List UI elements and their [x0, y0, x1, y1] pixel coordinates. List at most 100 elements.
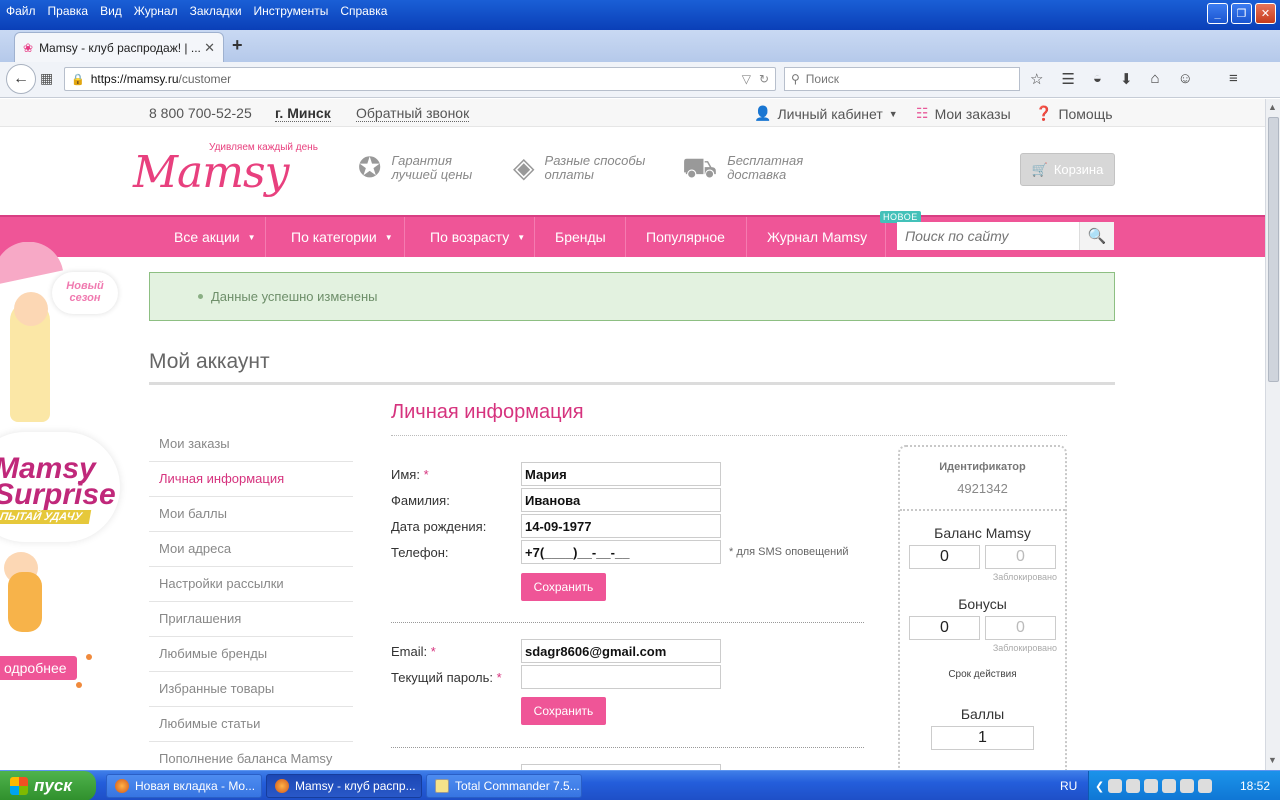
flower-icon: [76, 682, 82, 688]
name-input[interactable]: [521, 462, 721, 486]
menu-help[interactable]: Справка: [334, 0, 393, 20]
nav-label: Популярное: [646, 229, 725, 245]
menu-view[interactable]: Вид: [94, 0, 128, 20]
menu-file[interactable]: Файл: [0, 0, 42, 20]
balance-label: Баланс Mamsy: [934, 525, 1031, 541]
wallet-icon: ◈: [513, 152, 535, 183]
account-label: Личный кабинет: [777, 105, 883, 122]
callback-link[interactable]: Обратный звонок: [356, 105, 470, 122]
cart-button[interactable]: 🛒 Корзина: [1020, 153, 1115, 186]
url-host: https://mamsy.ru: [90, 72, 179, 86]
sidemenu-personal-info[interactable]: Личная информация: [149, 462, 353, 497]
downloads-icon[interactable]: ⬇: [1120, 70, 1133, 88]
tab-mamsy[interactable]: ❀ Mamsy - клуб распродаж! | ... ✕: [14, 32, 224, 62]
new-season-badge: Новый сезон: [52, 272, 118, 314]
birthdate-input[interactable]: [521, 514, 721, 538]
home-icon[interactable]: ⌂: [1151, 70, 1160, 88]
hamburger-menu-icon[interactable]: ≡: [1229, 70, 1238, 88]
bonus-blocked-label: Заблокировано: [992, 643, 1057, 653]
start-button[interactable]: пуск: [0, 771, 96, 800]
task-label: Новая вкладка - Mo...: [135, 779, 256, 793]
email-input[interactable]: [521, 639, 721, 663]
feature-line: лучшей цены: [391, 167, 473, 182]
url-bar[interactable]: 🔒 https://mamsy.ru /customer ▽ ↻: [64, 67, 776, 91]
reading-list-icon[interactable]: ☰: [1061, 70, 1074, 88]
save-personal-button[interactable]: Сохранить: [521, 573, 606, 601]
nav-brands[interactable]: Бренды: [535, 217, 626, 257]
new-tab-button[interactable]: +: [232, 35, 243, 56]
bookmark-star-icon[interactable]: ☆: [1030, 70, 1043, 88]
chat-icon[interactable]: ☺: [1178, 70, 1193, 88]
site-search-button[interactable]: 🔍: [1079, 222, 1114, 250]
menu-history[interactable]: Журнал: [128, 0, 184, 20]
task-mamsy[interactable]: Mamsy - клуб распр...: [266, 774, 422, 798]
sidemenu-balance-topup[interactable]: Пополнение баланса Mamsy: [149, 742, 353, 770]
label-text: Текущий пароль:: [391, 669, 494, 685]
sidemenu-favorite-products[interactable]: Избранные товары: [149, 672, 353, 707]
birthdate-row: Дата рождения:: [391, 514, 721, 538]
sidemenu-my-orders[interactable]: Мои заказы: [149, 427, 353, 462]
browser-search-input[interactable]: ⚲ Поиск: [784, 67, 1020, 91]
menu-edit[interactable]: Правка: [42, 0, 95, 20]
close-tab-icon[interactable]: ✕: [204, 40, 215, 56]
nav-journal[interactable]: Журнал Mamsy: [747, 217, 886, 257]
close-window-button[interactable]: ✕: [1255, 3, 1276, 24]
menu-bookmarks[interactable]: Закладки: [184, 0, 248, 20]
phone-input[interactable]: [521, 540, 721, 564]
tray-network-icon[interactable]: [1162, 779, 1177, 793]
mamsy-logo[interactable]: Удивляем каждый день Mamsy: [133, 141, 323, 198]
dropdown-arrow-icon[interactable]: ▽: [742, 72, 751, 86]
personal-account-link[interactable]: 👤 Личный кабинет ▼: [754, 105, 898, 122]
save-email-button[interactable]: Сохранить: [521, 697, 606, 725]
scroll-down-icon[interactable]: ▼: [1268, 755, 1277, 765]
nav-popular[interactable]: Популярное: [626, 217, 747, 257]
nav-by-category[interactable]: По категории ▼: [266, 217, 405, 257]
password-label: Текущий пароль: *: [391, 670, 521, 685]
menu-bar: Файл Правка Вид Журнал Закладки Инструме…: [0, 0, 393, 20]
scroll-up-icon[interactable]: ▲: [1268, 102, 1277, 112]
sidemenu-my-addresses[interactable]: Мои адреса: [149, 532, 353, 567]
tray-expand-icon[interactable]: ❮: [1095, 780, 1104, 793]
sidemenu-favorite-articles[interactable]: Любимые статьи: [149, 707, 353, 742]
tray-volume-icon[interactable]: [1198, 779, 1213, 793]
mamsy-favicon-icon: ❀: [23, 40, 34, 55]
list-icon: ☷: [916, 105, 929, 121]
task-total-commander[interactable]: Total Commander 7.5...: [426, 774, 582, 798]
tray-flag-icon[interactable]: [1180, 779, 1195, 793]
windows-logo-icon: [10, 777, 28, 795]
reload-icon[interactable]: ↻: [759, 72, 769, 86]
sidemenu-my-points[interactable]: Мои баллы: [149, 497, 353, 532]
sidemenu-favorite-brands[interactable]: Любимые бренды: [149, 637, 353, 672]
task-new-tab[interactable]: Новая вкладка - Mo...: [106, 774, 262, 798]
help-link[interactable]: ❓ Помощь: [1035, 105, 1113, 122]
back-button[interactable]: ←: [6, 64, 36, 94]
tray-app-icon[interactable]: [1144, 779, 1159, 793]
my-orders-link[interactable]: ☷ Мои заказы: [916, 105, 1011, 122]
nav-all-sales[interactable]: Все акции ▼: [164, 217, 266, 257]
clock[interactable]: 18:52: [1240, 779, 1270, 793]
sidemenu-invitations[interactable]: Приглашения: [149, 602, 353, 637]
menu-tools[interactable]: Инструменты: [248, 0, 335, 20]
page-scrollbar[interactable]: ▲ ▼: [1265, 99, 1280, 770]
tray-app-icon[interactable]: [1126, 779, 1141, 793]
promo-banner[interactable]: Новый сезон Mamsy Surprise ПЫТАЙ УДАЧУ од…: [0, 242, 130, 712]
sidemenu-mailing-settings[interactable]: Настройки рассылки: [149, 567, 353, 602]
balance-blocked-label: Заблокировано: [992, 572, 1057, 582]
minimize-button[interactable]: _: [1207, 3, 1228, 24]
surname-input[interactable]: [521, 488, 721, 512]
city-selector[interactable]: г. Минск: [275, 105, 331, 122]
scrollbar-thumb[interactable]: [1268, 117, 1279, 382]
language-indicator[interactable]: RU: [1060, 779, 1077, 793]
pocket-icon[interactable]: ◒: [1093, 70, 1102, 88]
more-details-button[interactable]: одробнее: [0, 656, 77, 680]
label-text: Имя:: [391, 466, 420, 482]
nav-by-age[interactable]: По возрасту ▼: [405, 217, 535, 257]
feature-payment: ◈ Разные способы оплаты: [513, 154, 645, 182]
sidebar-toggle-icon[interactable]: ▦: [40, 70, 53, 87]
restore-button[interactable]: ❐: [1231, 3, 1252, 24]
site-search-input[interactable]: [897, 222, 1079, 250]
truck-icon: ⛟: [682, 152, 718, 183]
current-password-input[interactable]: [521, 665, 721, 689]
try-luck-ribbon: ПЫТАЙ УДАЧУ: [0, 510, 91, 524]
tray-app-icon[interactable]: [1108, 779, 1123, 793]
